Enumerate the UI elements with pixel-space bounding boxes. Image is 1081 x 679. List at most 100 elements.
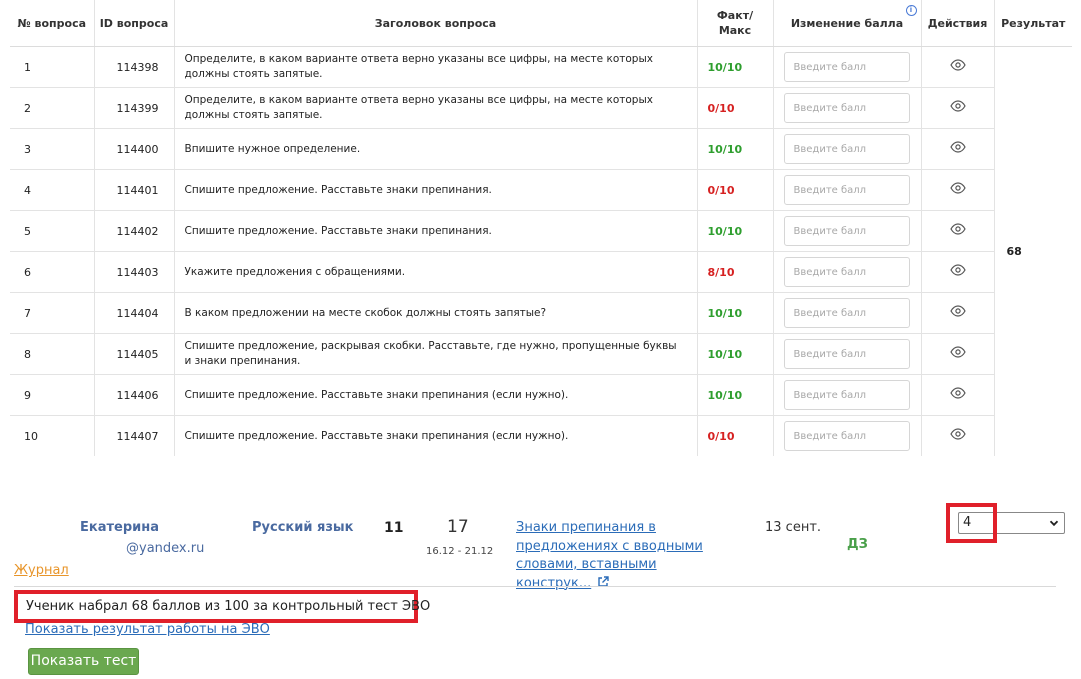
question-title: Спишите предложение. Расставьте знаки пр… — [173, 169, 697, 211]
score-change-input[interactable] — [783, 380, 910, 410]
question-score: 0/10 — [696, 169, 773, 211]
journal-link[interactable]: Журнал — [14, 563, 69, 578]
table-row: 7 114404 В каком предложении на месте скоб… — [10, 292, 1072, 334]
eye-icon[interactable] — [949, 305, 966, 317]
view-question-action[interactable] — [920, 46, 994, 88]
question-id: 114401 — [93, 169, 174, 211]
eye-icon[interactable] — [949, 141, 966, 153]
score-summary: Ученик набрал 68 баллов из 100 за контро… — [14, 590, 430, 623]
question-score: 10/10 — [696, 46, 773, 88]
eye-icon[interactable] — [949, 100, 966, 112]
question-number: 6 — [10, 251, 94, 293]
view-question-action[interactable] — [920, 374, 994, 416]
question-title: Определите, в каком варианте ответа верн… — [173, 87, 697, 129]
question-number: 8 — [10, 333, 94, 375]
question-score: 0/10 — [696, 415, 773, 456]
header-fact-max: Факт/ Макс — [696, 0, 773, 47]
topic-link[interactable]: Знаки препинания в предложениях с вводны… — [516, 519, 731, 593]
show-result-link[interactable]: Показать результат работы на ЭВО — [25, 622, 270, 637]
week-number: 17 — [447, 517, 469, 537]
score-change-cell — [772, 251, 921, 293]
score-change-input[interactable] — [783, 52, 910, 82]
show-test-button[interactable]: Показать тест — [28, 648, 139, 675]
score-change-cell — [772, 292, 921, 334]
divider — [14, 586, 1056, 587]
view-question-action[interactable] — [920, 415, 994, 456]
score-change-input[interactable] — [783, 216, 910, 246]
score-change-input[interactable] — [783, 339, 910, 369]
question-title: Спишите предложение. Расставьте знаки пр… — [173, 415, 697, 456]
question-score: 10/10 — [696, 333, 773, 375]
table-row: 6 114403 Укажите предложения с обращениями… — [10, 251, 1072, 293]
view-question-action[interactable] — [920, 87, 994, 129]
question-id: 114406 — [93, 374, 174, 416]
table-row: 3 114400 Впишите нужное определение. 10/10 — [10, 128, 1072, 170]
question-score: 10/10 — [696, 210, 773, 252]
header-question-number: № вопроса — [10, 0, 94, 47]
view-question-action[interactable] — [920, 210, 994, 252]
question-id: 114407 — [93, 415, 174, 456]
header-score-change: Изменение балла i — [772, 0, 921, 47]
header-result: Результат — [993, 0, 1072, 47]
topic-link-text[interactable]: Знаки препинания в предложениях с вводны… — [516, 520, 703, 591]
eye-icon[interactable] — [949, 264, 966, 276]
table-row: 1 114398 Определите, в каком варианте отве… — [10, 46, 1072, 456]
grade-level: 11 — [384, 520, 404, 536]
eye-icon[interactable] — [949, 59, 966, 71]
eye-icon[interactable] — [949, 223, 966, 235]
info-icon[interactable]: i — [905, 5, 917, 16]
score-change-input[interactable] — [783, 298, 910, 328]
score-change-input[interactable] — [783, 257, 910, 287]
score-change-input[interactable] — [783, 175, 910, 205]
score-change-cell — [772, 87, 921, 129]
score-change-cell — [772, 210, 921, 252]
question-number: 1 — [10, 46, 94, 88]
question-title: Спишите предложение. Расставьте знаки пр… — [173, 374, 697, 416]
chevron-down-icon — [1049, 520, 1059, 527]
header-question-id: ID вопроса — [93, 0, 174, 47]
view-question-action[interactable] — [920, 333, 994, 375]
score-change-cell — [772, 415, 921, 456]
table-row: 8 114405 Спишите предложение, раскрывая ск… — [10, 333, 1072, 375]
question-title: В каком предложении на месте скобок долж… — [173, 292, 697, 334]
question-title: Спишите предложение. Расставьте знаки пр… — [173, 210, 697, 252]
question-score: 8/10 — [696, 251, 773, 293]
question-title: Определите, в каком варианте ответа верн… — [173, 46, 697, 88]
view-question-action[interactable] — [920, 128, 994, 170]
table-row: 9 114406 Спишите предложение. Расставьте з… — [10, 374, 1072, 416]
question-score: 10/10 — [696, 128, 773, 170]
question-number: 4 — [10, 169, 94, 211]
score-change-input[interactable] — [783, 93, 910, 123]
view-question-action[interactable] — [920, 251, 994, 293]
question-number: 7 — [10, 292, 94, 334]
question-score: 10/10 — [696, 292, 773, 334]
question-title: Спишите предложение, раскрывая скобки. Р… — [173, 333, 697, 375]
header-question-title: Заголовок вопроса — [173, 0, 697, 47]
view-question-action[interactable] — [920, 169, 994, 211]
eye-icon[interactable] — [949, 428, 966, 440]
student-email: @yandex.ru — [126, 541, 205, 556]
eye-icon[interactable] — [949, 346, 966, 358]
question-id: 114403 — [93, 251, 174, 293]
assignment-type-badge: ДЗ — [847, 537, 868, 552]
table-row: 4 114401 Спишите предложение. Расставьте з… — [10, 169, 1072, 211]
question-id: 114405 — [93, 333, 174, 375]
view-question-action[interactable] — [920, 292, 994, 334]
score-change-input[interactable] — [783, 134, 910, 164]
question-number: 3 — [10, 128, 94, 170]
question-number: 9 — [10, 374, 94, 416]
question-title: Впишите нужное определение. — [173, 128, 697, 170]
score-change-cell — [772, 46, 921, 88]
question-score: 0/10 — [696, 87, 773, 129]
score-change-cell — [772, 374, 921, 416]
score-change-cell — [772, 169, 921, 211]
question-title: Укажите предложения с обращениями. — [173, 251, 697, 293]
header-actions: Действия — [920, 0, 994, 47]
score-change-input[interactable] — [783, 421, 910, 451]
question-number: 2 — [10, 87, 94, 129]
week-dates: 16.12 - 21.12 — [426, 546, 494, 557]
eye-icon[interactable] — [949, 182, 966, 194]
assignment-date: 13 сент. — [765, 520, 822, 535]
test-result: 68 — [993, 46, 1072, 456]
eye-icon[interactable] — [949, 387, 966, 399]
